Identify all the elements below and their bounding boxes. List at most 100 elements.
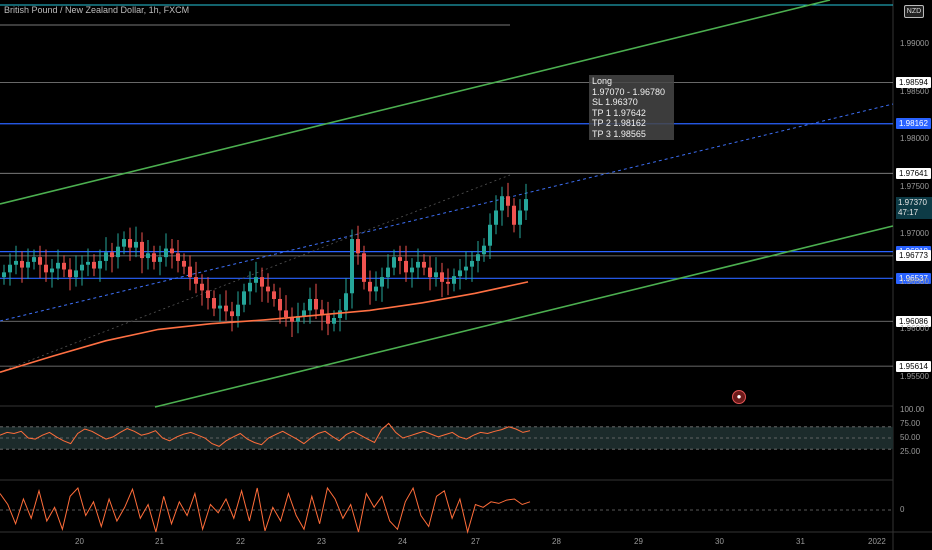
- candle-body: [488, 224, 492, 246]
- currency-badge[interactable]: NZD: [904, 5, 924, 18]
- candle-body: [482, 245, 486, 255]
- candle-body: [158, 257, 162, 262]
- rsi-tick-label: 75.00: [900, 419, 921, 428]
- x-tick-label: 27: [471, 537, 480, 546]
- candle-body: [2, 272, 6, 278]
- candle-body: [260, 277, 264, 287]
- y-tick-label: 1.98000: [900, 134, 929, 144]
- candle-body: [26, 261, 30, 268]
- annotation-line: 1.97070 - 1.96780: [592, 86, 666, 97]
- x-tick-label: 28: [552, 537, 561, 546]
- candle-body: [140, 241, 144, 259]
- candle-body: [266, 286, 270, 292]
- candle-body: [194, 277, 198, 284]
- candle-body: [236, 304, 240, 317]
- rsi-tick-label: 50.00: [900, 433, 921, 442]
- candle-body: [404, 260, 408, 273]
- candle-body: [476, 254, 480, 261]
- candle-body: [170, 248, 174, 254]
- candle-body: [344, 293, 348, 311]
- rsi-tick-label: 25.00: [900, 447, 921, 456]
- candle-body: [164, 248, 168, 258]
- candle-body: [410, 267, 414, 273]
- current-price-tag: 1.97370 47:17: [896, 197, 932, 219]
- candle-body: [434, 272, 438, 278]
- candle-body: [452, 276, 456, 284]
- candle-body: [362, 253, 366, 282]
- x-tick-label: 22: [236, 537, 245, 546]
- price-tag: 1.95614: [896, 360, 931, 372]
- candle-body: [230, 311, 234, 317]
- oscillator-tick-label: 0: [900, 505, 905, 514]
- y-tick-label: 1.97500: [900, 181, 929, 191]
- candle-body: [350, 239, 354, 294]
- y-tick-label: 1.96000: [900, 324, 929, 334]
- candle-body: [56, 262, 60, 269]
- chart-title: British Pound / New Zealand Dollar, 1h, …: [4, 5, 190, 15]
- candle-body: [116, 246, 120, 258]
- chart-window: British Pound / New Zealand Dollar, 1h, …: [0, 0, 932, 550]
- candle-body: [38, 257, 42, 265]
- candle-body: [254, 277, 258, 283]
- channel-lower-line: [154, 225, 894, 408]
- annotation-line: TP 3 1.98565: [592, 128, 646, 139]
- annotation-line: SL 1.96370: [592, 97, 638, 107]
- annotation-line: Long: [592, 76, 613, 86]
- annotation-line: TP 1 1.97642: [592, 107, 646, 118]
- candle-body: [374, 286, 378, 292]
- candle-body: [224, 305, 228, 312]
- candle-body: [68, 269, 72, 278]
- candle-body: [110, 252, 114, 258]
- x-tick-label: 21: [155, 537, 164, 546]
- economic-event-icon[interactable]: ●: [732, 390, 746, 404]
- candle-body: [206, 290, 210, 299]
- candle-body: [386, 267, 390, 278]
- candle-body: [62, 262, 66, 270]
- candle-body: [512, 205, 516, 225]
- y-tick-label: 1.96500: [900, 276, 929, 286]
- current-price: 1.97370: [898, 198, 927, 207]
- candle-body: [356, 239, 360, 254]
- candle-body: [278, 298, 282, 311]
- candle-body: [500, 196, 504, 211]
- x-tick-label: 2022: [868, 537, 886, 546]
- x-tick-label: 30: [715, 537, 724, 546]
- candle-body: [176, 253, 180, 261]
- mid-dashed-line: [0, 103, 894, 322]
- x-tick-label: 20: [75, 537, 84, 546]
- x-tick-label: 24: [398, 537, 407, 546]
- bar-countdown: 47:17: [898, 208, 919, 217]
- candle-body: [44, 264, 48, 273]
- candle-body: [20, 260, 24, 268]
- candle-body: [14, 260, 18, 265]
- candle-body: [152, 253, 156, 262]
- candle-body: [464, 266, 468, 271]
- candle-body: [80, 264, 84, 271]
- candle-body: [50, 268, 54, 273]
- chart-canvas[interactable]: [0, 0, 932, 550]
- candle-body: [104, 252, 108, 261]
- candle-body: [32, 257, 36, 262]
- candle-body: [134, 241, 138, 248]
- candle-body: [74, 270, 78, 278]
- candle-body: [122, 239, 126, 247]
- moving-average-line: [0, 281, 529, 373]
- candle-body: [470, 260, 474, 267]
- candle-body: [494, 210, 498, 225]
- candle-body: [314, 298, 318, 310]
- candle-body: [506, 196, 510, 206]
- rsi-tick-label: 100.00: [900, 405, 925, 414]
- candle-body: [458, 270, 462, 277]
- x-tick-label: 23: [317, 537, 326, 546]
- candle-body: [308, 298, 312, 311]
- candle-body: [338, 310, 342, 319]
- price-tag: 1.97641: [896, 167, 931, 179]
- candle-body: [92, 261, 96, 269]
- candle-body: [272, 291, 276, 299]
- candle-body: [416, 261, 420, 268]
- candle-body: [380, 277, 384, 287]
- trade-annotation: Long 1.97070 - 1.96780 SL 1.96370 TP 1 1…: [589, 75, 674, 140]
- annotation-line: TP 2 1.98162: [592, 118, 646, 128]
- candle-body: [422, 261, 426, 268]
- candle-body: [428, 267, 432, 278]
